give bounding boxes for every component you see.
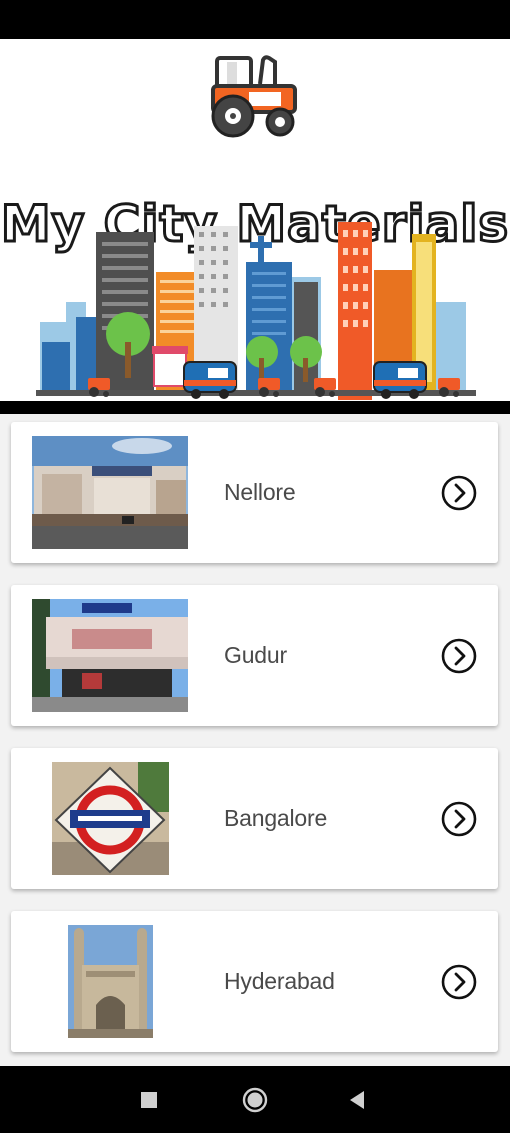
city-name: Nellore [224,479,296,505]
city-card-nellore[interactable]: Nellore [11,422,498,563]
header-divider [0,401,510,414]
city-name: Hyderabad [224,968,335,994]
circle-icon[interactable] [239,1084,271,1116]
city-card-gudur[interactable]: Gudur [11,585,498,726]
chevron-right-circle-icon[interactable] [441,475,477,511]
city-name: Gudur [224,642,287,668]
city-card-hyderabad[interactable]: Hyderabad [11,911,498,1052]
city-list: Nellore Gudur Bangalore Hyderabad [0,414,510,1066]
city-card-bangalore[interactable]: Bangalore [11,748,498,889]
tractor-logo-icon [211,55,297,138]
bangalore-photo [52,762,169,875]
system-navigation-bar [0,1066,510,1133]
gudur-photo [32,599,188,712]
chevron-right-circle-icon[interactable] [441,964,477,1000]
nellore-photo [32,436,188,549]
app-header-banner: My City Materials [0,39,510,401]
hyderabad-photo [68,925,153,1038]
triangle-back-icon[interactable] [342,1084,374,1116]
chevron-right-circle-icon[interactable] [441,801,477,837]
chevron-right-circle-icon[interactable] [441,638,477,674]
status-bar [0,0,510,39]
city-name: Bangalore [224,805,328,831]
square-icon[interactable] [133,1084,165,1116]
city-skyline-illustration [36,222,476,400]
